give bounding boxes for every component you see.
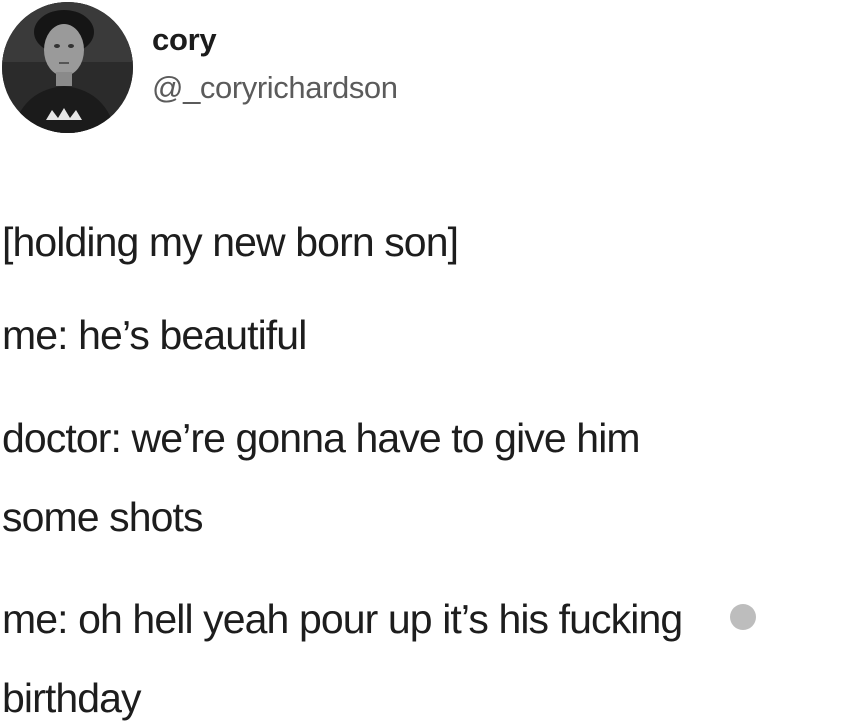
tweet-line: [holding my new born son] [2,219,459,265]
tweet-line: birthday [2,675,142,721]
tweet-line: me: he’s beautiful [2,312,307,358]
user-handle[interactable]: @_coryrichardson [152,70,398,106]
avatar[interactable] [2,2,133,133]
censor-blur-dot [730,604,756,630]
tweet-line: me: oh hell yeah pour up it’s his fuckin… [2,596,683,642]
tweet-card: cory @_coryrichardson [holding my new bo… [0,0,863,726]
tweet-line: doctor: we’re gonna have to give him [2,415,641,461]
display-name[interactable]: cory [152,22,217,58]
profile-photo-icon [2,2,133,133]
tweet-line: some shots [2,494,204,540]
tweet-header: cory @_coryrichardson [0,0,863,140]
